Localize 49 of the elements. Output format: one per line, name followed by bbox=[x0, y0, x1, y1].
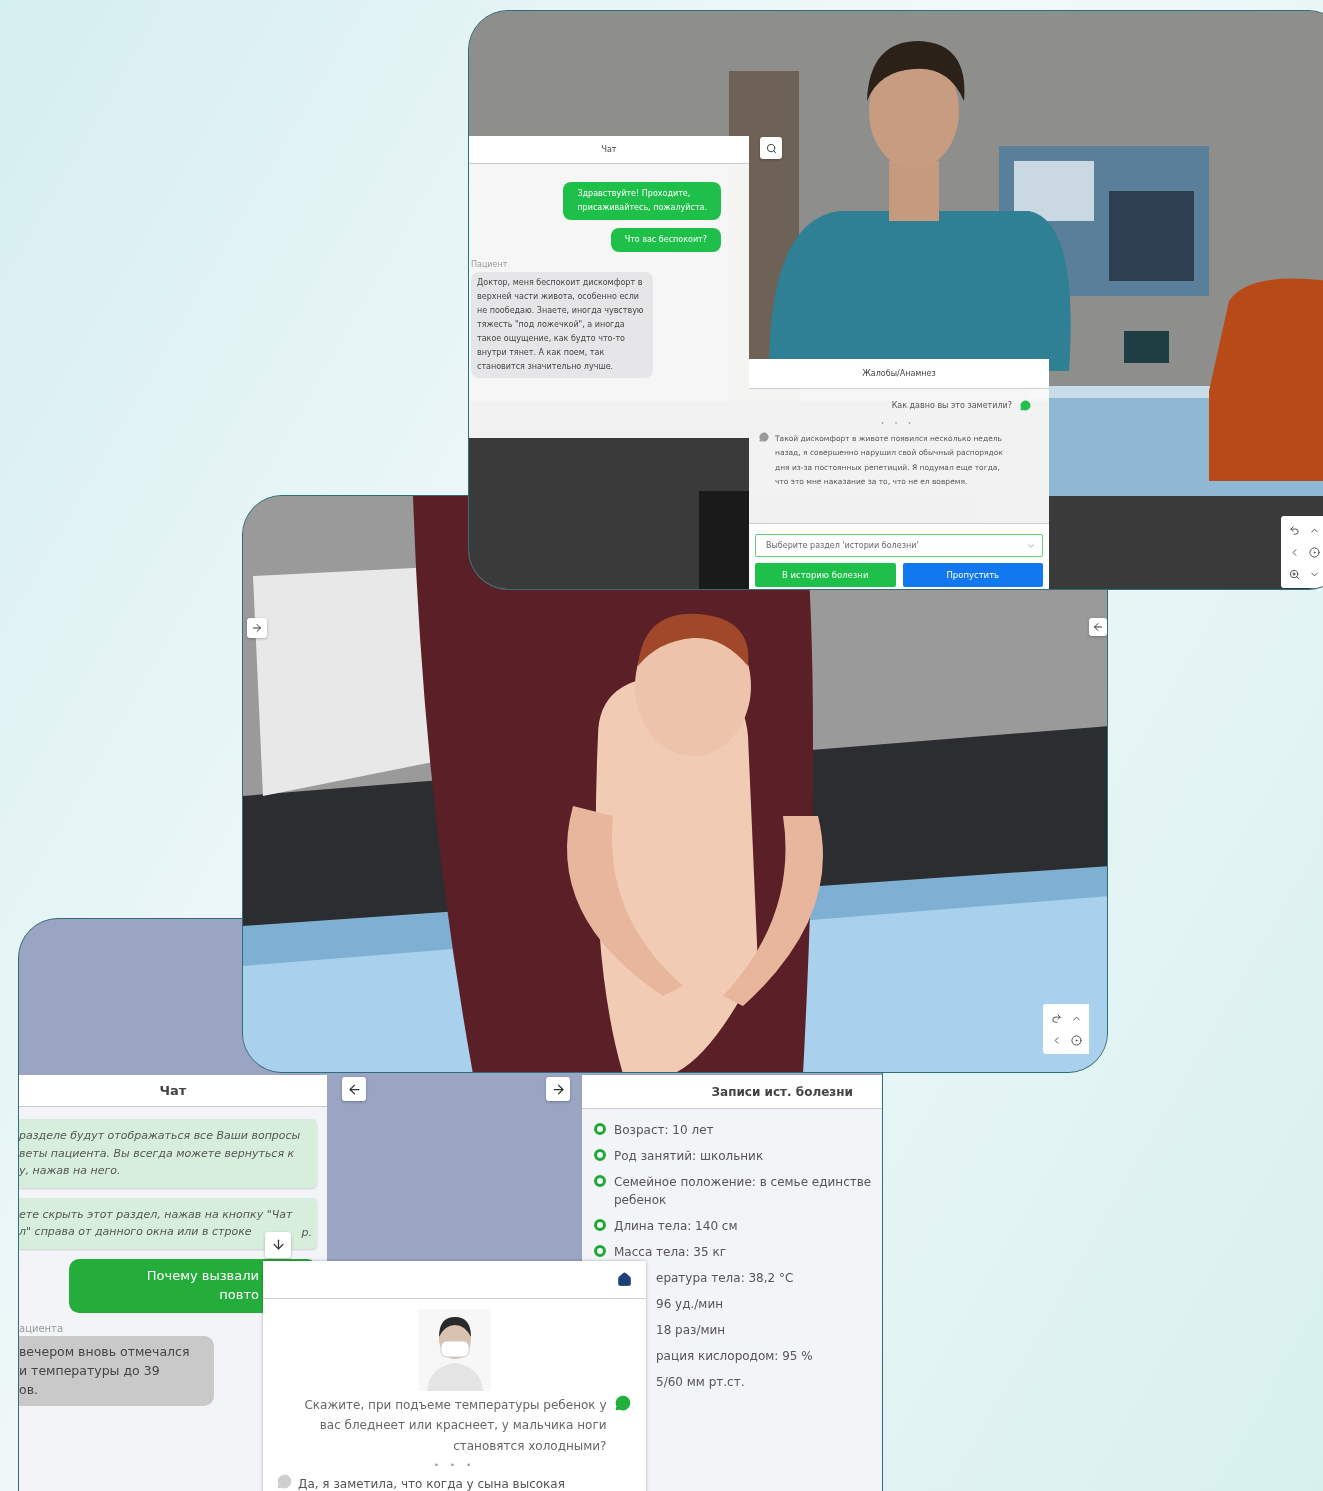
search-button[interactable] bbox=[760, 137, 782, 159]
info-text: разделе будут отображаться все Ваши вопросы веты пациента. Вы всегда можете вернуться к у, нажав на него. bbox=[19, 1128, 301, 1180]
panel-title: Жалобы/Анамнез bbox=[862, 369, 936, 378]
info-text: р. bbox=[301, 1225, 312, 1239]
search-icon bbox=[765, 142, 777, 154]
chat-bubble-icon bbox=[759, 431, 769, 442]
sender-label: ациента bbox=[19, 1322, 65, 1334]
chat-bubble-icon bbox=[614, 1395, 631, 1411]
chat-bubble-icon bbox=[1020, 400, 1031, 412]
section-select[interactable]: Выберите раздел 'истории болезни' bbox=[755, 534, 1043, 557]
message-bubble: вечером вновь отмечался и температуры до 39 ов. bbox=[19, 1335, 214, 1406]
sender-label: Пациент bbox=[471, 260, 509, 269]
action-button[interactable]: Пропустить bbox=[902, 563, 1043, 587]
arrow-down-icon bbox=[270, 1237, 286, 1253]
panel-title: Чат bbox=[601, 145, 617, 154]
bullet-icon bbox=[594, 1175, 606, 1187]
answer-text: Да, я заметила, что когда у сына высокая bbox=[298, 1476, 565, 1491]
record-text: Масса тела: 35 кг bbox=[614, 1244, 726, 1261]
bullet-icon bbox=[594, 1245, 606, 1257]
message-bubble: Доктор, меня беспокоит дискомфорт в верхней части живота, особенно если не пообедаю. Знаете, иногда чувствую тяжесть "под ложечкой", а иногда такое ощущение, как будто что-то внутри тянет. А как поем, так становится значительно лучше. bbox=[471, 272, 653, 378]
record-text: 96 уд./мин bbox=[656, 1296, 724, 1313]
arrow-right-button[interactable] bbox=[546, 1077, 570, 1101]
bullet-icon bbox=[594, 1149, 606, 1161]
record-text: ература тела: 38,2 °C bbox=[656, 1270, 794, 1287]
arrow-left-button[interactable] bbox=[342, 1077, 366, 1101]
arrow-right-icon bbox=[251, 622, 263, 634]
record-text: Семейное положение: в семье единстве ребенок bbox=[614, 1174, 872, 1209]
question-text: Скажите, при подъеме температуры ребенок у вас бледнеет или краснеет, у мальчика ноги становятся холодными? bbox=[303, 1397, 607, 1455]
record-text: рация кислородом: 95 % bbox=[656, 1348, 813, 1365]
record-text: Род занятий: школьник bbox=[614, 1148, 764, 1165]
home-icon[interactable] bbox=[617, 1272, 632, 1287]
record-text: 18 раз/мин bbox=[656, 1322, 726, 1339]
scroll-down-button[interactable] bbox=[265, 1231, 291, 1258]
panel-title: Записи ист. болезни bbox=[711, 1084, 853, 1099]
question-text: Как давно вы это заметили? bbox=[891, 400, 1012, 412]
arrow-left-icon bbox=[1092, 621, 1104, 633]
record-text: Длина тела: 140 см bbox=[614, 1218, 738, 1235]
panel-title: Чат bbox=[159, 1083, 187, 1098]
bullet-icon bbox=[594, 1123, 606, 1135]
bullet-icon bbox=[594, 1219, 606, 1231]
action-button[interactable]: В историю болезни bbox=[755, 563, 896, 587]
message-bubble: Что вас беспокоит? bbox=[610, 228, 721, 252]
typing-indicator: • • • bbox=[433, 1460, 476, 1471]
record-text: Возраст: 10 лет bbox=[614, 1122, 714, 1139]
message-bubble: Здравствуйте! Проходите, присаживайтесь, пожалуйста. bbox=[563, 182, 721, 220]
arrow-right-icon bbox=[550, 1081, 566, 1097]
info-text: ете скрыть этот раздел, нажав на кнопку "Чат л" справа от данного окна или в строке bbox=[19, 1206, 293, 1241]
record-text: 5/60 мм рт.ст. bbox=[656, 1374, 745, 1391]
chat-bubble-icon bbox=[277, 1474, 292, 1490]
